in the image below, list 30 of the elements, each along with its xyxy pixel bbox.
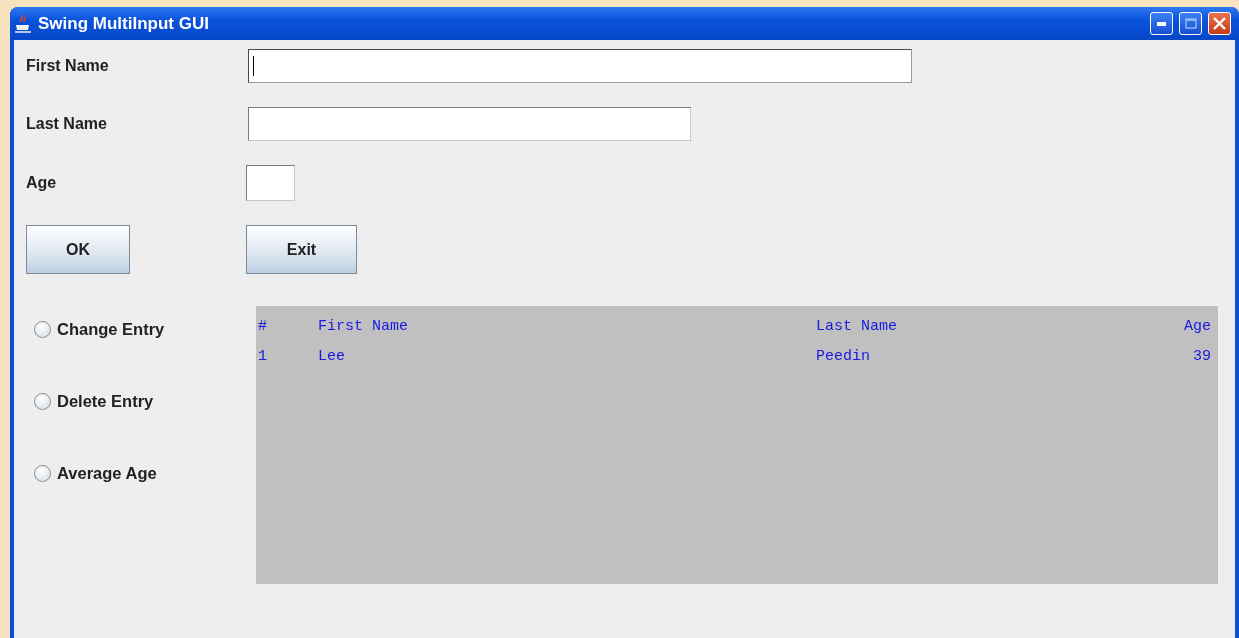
column-header: First Name [318,318,409,337]
column-header: # [258,318,268,337]
minimize-icon [1157,21,1166,26]
radio-option[interactable]: Average Age [34,464,157,483]
radio-option[interactable]: Delete Entry [34,392,154,411]
field-label: First Name [26,57,110,75]
text-cursor [253,56,254,76]
window-title: Swing MultiInput GUI [38,13,210,34]
push-button[interactable]: OK [26,225,130,274]
minimize-button[interactable] [1150,12,1173,35]
radio-option[interactable]: Change Entry [34,320,165,339]
table-cell-text: Lee [318,348,346,367]
close-icon [1213,17,1226,30]
field-label: Last Name [26,115,108,133]
text-field[interactable] [248,107,691,141]
column-header: Last Name [816,318,898,337]
field-label: Age [26,174,58,192]
push-button[interactable]: Exit [246,225,357,274]
table-cell-text: 1 [258,348,268,367]
close-button[interactable] [1208,12,1231,35]
column-header: Age [1184,318,1211,337]
table-cell-text: 39 [1192,348,1211,367]
radio-icon[interactable] [34,321,51,338]
maximize-icon [1184,18,1197,29]
maximize-button[interactable] [1179,12,1202,35]
radio-icon[interactable] [34,393,51,410]
text-field[interactable] [248,49,912,83]
table-cell-text: Peedin [816,348,871,367]
radio-icon[interactable] [34,465,51,482]
text-field[interactable] [246,165,295,201]
